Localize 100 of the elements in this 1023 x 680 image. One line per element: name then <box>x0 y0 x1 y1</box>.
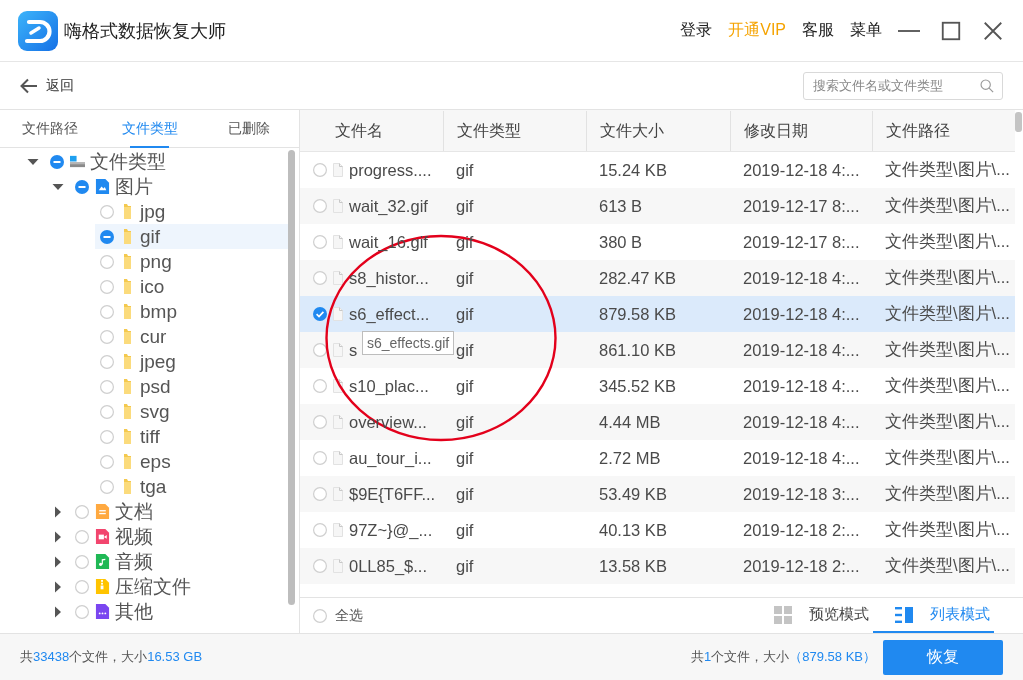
list-icon <box>895 605 913 624</box>
folder-icon <box>124 229 131 244</box>
folder-icon <box>124 204 131 219</box>
file-icon <box>333 307 343 321</box>
folder-icon <box>124 329 131 344</box>
table-row[interactable]: 0LL85_$... gif 13.58 KB 2019-12-18 2:... 文件类型\图片\... <box>300 548 1015 584</box>
empty-circle-icon[interactable] <box>313 343 327 357</box>
table-row[interactable]: s8_histor... gif 282.47 KB 2019-12-18 4:... 文件类型\图片\... <box>300 260 1015 296</box>
minus-circle-icon[interactable] <box>75 179 89 194</box>
recover-button[interactable]: 恢复 <box>883 639 1003 675</box>
search-field[interactable]: 搜索文件名或文件类型 <box>803 71 1003 100</box>
folder-icon <box>124 479 131 494</box>
table-cell-text: 2019-12-18 4:... <box>742 412 861 432</box>
file-icon <box>333 379 343 393</box>
table-cell-text: 2019-12-18 4:... <box>742 304 861 324</box>
tree-item[interactable]: cur <box>95 324 288 349</box>
nav-link[interactable]: 登录 <box>680 20 713 41</box>
tree-item[interactable]: 文件类型 <box>27 149 288 174</box>
table-cell-text: gif <box>455 160 475 180</box>
select-all-checkbox[interactable]: 全选 <box>313 598 363 633</box>
other-file-icon <box>95 604 110 619</box>
logo-icon <box>18 10 58 51</box>
file-name: $9E{T6FF... <box>349 484 436 504</box>
tree-item[interactable]: tga <box>95 474 288 499</box>
close-icon[interactable] <box>982 19 1004 42</box>
tree-item[interactable]: 文档 <box>52 499 288 524</box>
sidebar-tab[interactable]: 已删除 <box>199 110 299 147</box>
table-row[interactable]: s6_effect... gif 879.58 KB 2019-12-18 4:... 文件类型\图片\... <box>300 296 1015 332</box>
minus-circle-icon[interactable] <box>50 154 64 169</box>
search-icon[interactable] <box>980 78 994 93</box>
folder-icon <box>124 454 131 469</box>
column-header[interactable]: 文件大小 <box>586 110 730 151</box>
table-row[interactable]: $9E{T6FF... gif 53.49 KB 2019-12-18 3:... 文件类型\图片\... <box>300 476 1015 512</box>
file-icon <box>333 199 343 213</box>
folder-icon <box>124 354 131 369</box>
sidebar-tab[interactable]: 文件类型 <box>99 110 200 147</box>
back-button[interactable]: 返回 <box>20 76 74 95</box>
tree-item[interactable]: 视频 <box>52 524 288 549</box>
table-cell-text: 861.10 KB <box>598 340 678 360</box>
tree-item[interactable]: svg <box>95 399 288 424</box>
table-row[interactable]: wait_32.gif gif 613 B 2019-12-17 8:... 文件类型\图片\... <box>300 188 1015 224</box>
audio-file-icon <box>95 554 110 569</box>
scrollbar-thumb[interactable] <box>1015 112 1022 132</box>
tree-item[interactable]: bmp <box>95 299 288 324</box>
table-cell-text: 15.24 KB <box>598 160 668 180</box>
tree-item[interactable]: 音频 <box>52 549 288 574</box>
table-cell-text: 2019-12-18 2:... <box>742 520 861 540</box>
tree-item[interactable]: 图片 <box>52 174 288 199</box>
table-cell-text: 2.72 MB <box>598 448 662 468</box>
table-cell-text: 345.52 KB <box>598 376 678 396</box>
table-cell-text: 2019-12-18 4:... <box>742 160 861 180</box>
table-cell-text: gif <box>455 196 475 216</box>
minus-circle-icon[interactable] <box>100 229 114 244</box>
file-name: wait_32.gif <box>349 196 428 216</box>
table-cell-text: 文件类型\图片\... <box>884 339 1011 360</box>
table-cell-text: 2019-12-18 4:... <box>742 376 861 396</box>
table-cell-text: 2019-12-17 8:... <box>742 196 861 216</box>
maximize-icon[interactable] <box>940 19 962 42</box>
check-circle-icon[interactable] <box>313 307 327 321</box>
folder-icon <box>124 304 131 319</box>
tree-item[interactable]: eps <box>95 449 288 474</box>
table-cell-text: gif <box>455 448 475 468</box>
back-arrow-icon <box>20 77 38 94</box>
video-file-icon <box>95 529 110 544</box>
file-icon <box>333 523 343 537</box>
table-cell-text: 文件类型\图片\... <box>884 483 1011 504</box>
table-cell-text: gif <box>455 376 475 396</box>
file-name: progress.... <box>349 160 432 180</box>
image-file-icon <box>95 179 110 194</box>
tree-item[interactable]: psd <box>95 374 288 399</box>
tree-item[interactable]: jpg <box>95 199 288 224</box>
scrollbar-thumb[interactable] <box>288 150 295 605</box>
file-icon <box>333 415 343 429</box>
table-cell-text: gif <box>455 412 475 432</box>
app-title: 嗨格式数据恢复大师 <box>64 19 226 43</box>
nav-link[interactable]: 客服 <box>802 20 834 41</box>
tree-item[interactable]: tiff <box>95 424 288 449</box>
folder-icon <box>124 254 131 269</box>
table-cell-text: 4.44 MB <box>598 412 662 432</box>
column-header[interactable]: 修改日期 <box>730 110 872 151</box>
column-header[interactable]: 文件类型 <box>443 110 586 151</box>
tree-item[interactable]: jpeg <box>95 349 288 374</box>
grid-icon <box>774 605 792 624</box>
table-cell-text: 文件类型\图片\... <box>884 159 1011 180</box>
nav-link[interactable]: 菜单 <box>850 20 882 41</box>
file-name: s6_effect... <box>349 304 430 324</box>
file-name: 97Z~}@_... <box>349 520 433 540</box>
view-mode-tab[interactable]: 预览模式 <box>752 598 873 633</box>
table-cell-text: 53.49 KB <box>598 484 668 504</box>
table-cell-text: 文件类型\图片\... <box>884 303 1011 324</box>
tree-item[interactable]: ico <box>95 274 288 299</box>
sidebar-tab[interactable]: 文件路径 <box>0 110 100 147</box>
table-cell-text: 380 B <box>598 232 644 252</box>
table-cell-text: 文件类型\图片\... <box>884 267 1011 288</box>
column-header[interactable]: 文件名 <box>300 110 443 151</box>
tree-item[interactable]: 压缩文件 <box>52 574 288 599</box>
tree-item[interactable]: png <box>95 249 288 274</box>
tree-item[interactable]: gif <box>95 224 288 249</box>
tree-item[interactable]: 其他 <box>52 599 288 624</box>
table-cell-text: 2019-12-18 3:... <box>742 484 861 504</box>
